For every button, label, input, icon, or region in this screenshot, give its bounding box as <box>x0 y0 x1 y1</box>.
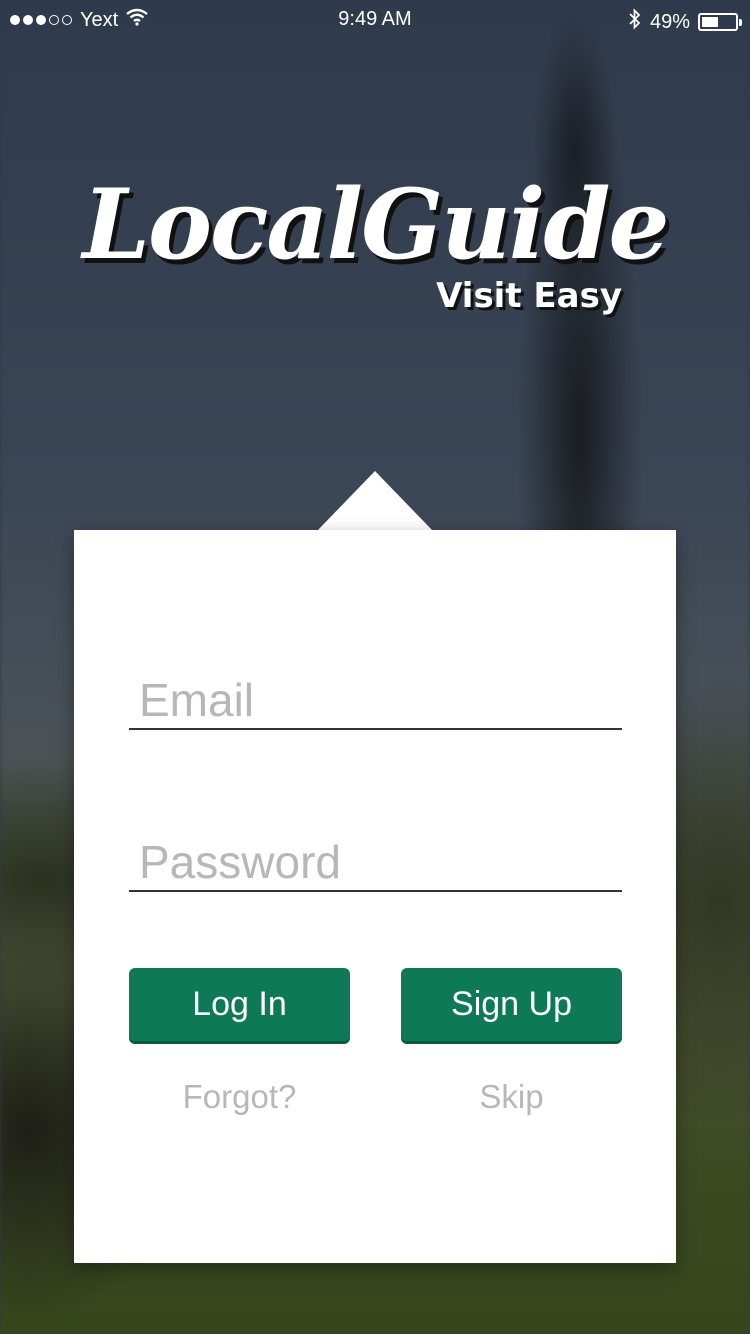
app-logo: LocalGuide Visit Easy <box>0 168 750 316</box>
email-input[interactable] <box>129 666 622 728</box>
email-field[interactable] <box>129 666 622 730</box>
signup-button[interactable]: Sign Up <box>401 968 622 1041</box>
logo-subtitle: Visit Easy <box>436 276 622 316</box>
logo-title: LocalGuide <box>82 168 669 281</box>
status-bar: Yext 9:49 AM 49% <box>0 0 750 40</box>
skip-link[interactable]: Skip <box>401 1078 622 1116</box>
bluetooth-icon <box>628 8 642 36</box>
battery-level <box>702 17 718 27</box>
password-input[interactable] <box>129 828 622 890</box>
battery-percent: 49% <box>649 10 690 33</box>
password-field[interactable] <box>129 828 622 892</box>
status-bar-right: 49% <box>628 8 742 36</box>
forgot-password-link[interactable]: Forgot? <box>129 1078 350 1116</box>
card-pointer <box>317 471 433 531</box>
battery-icon <box>698 13 742 31</box>
login-button[interactable]: Log In <box>129 968 350 1041</box>
login-card: Log In Sign Up Forgot? Skip <box>74 530 676 1263</box>
